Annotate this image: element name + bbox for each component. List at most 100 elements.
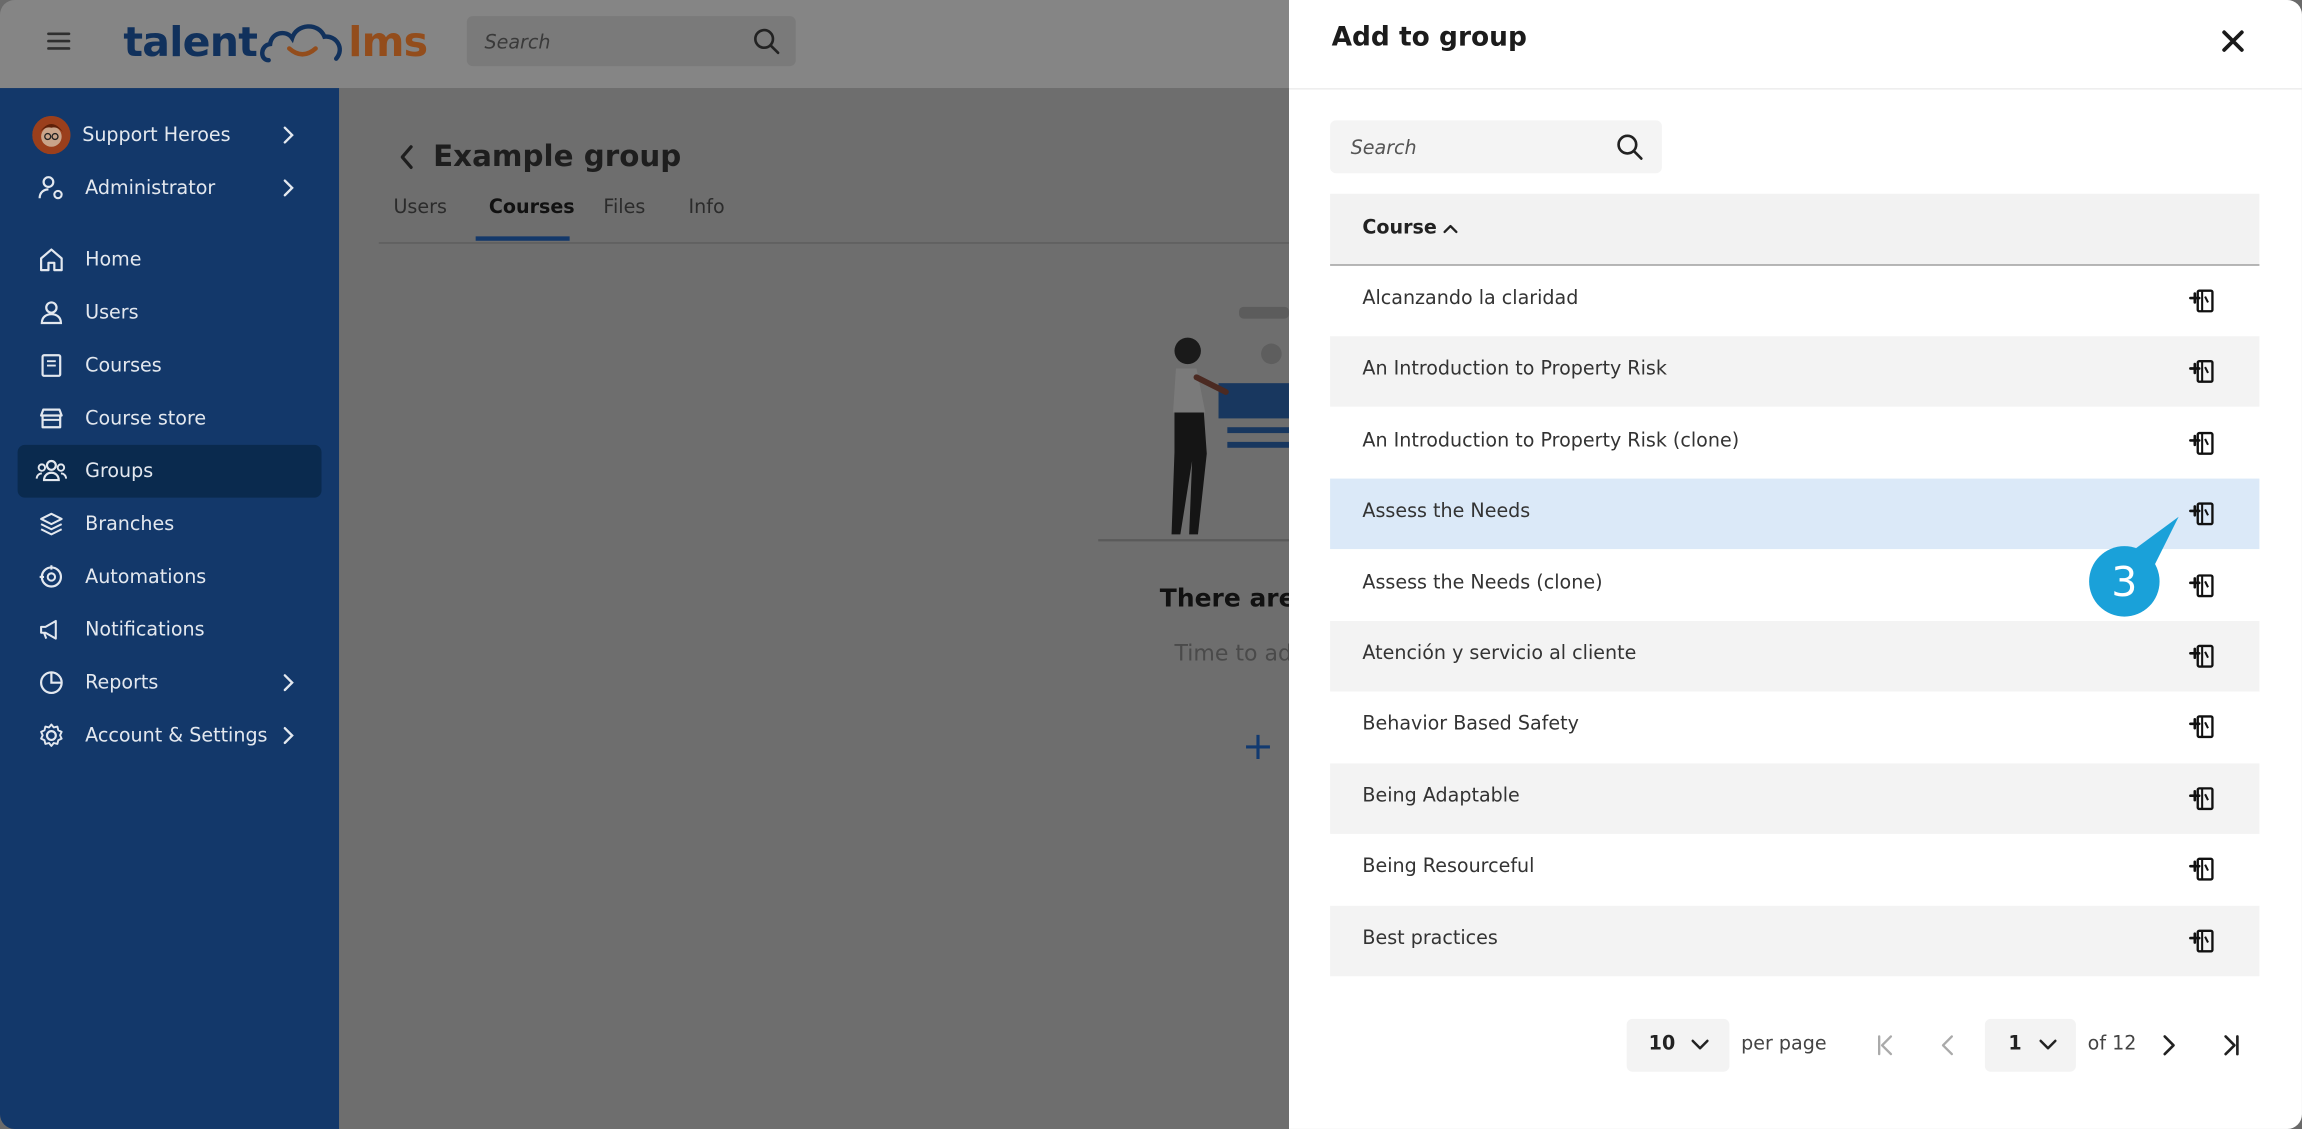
add-course-plus-icon[interactable]: + xyxy=(1242,728,1274,766)
add-to-group-icon[interactable] xyxy=(2187,855,2216,884)
top-search-input[interactable] xyxy=(481,26,737,59)
search-icon[interactable] xyxy=(752,26,781,55)
chevron-right-icon xyxy=(277,672,298,693)
tab-users[interactable]: Users xyxy=(393,197,446,219)
add-to-group-icon[interactable] xyxy=(2187,428,2216,457)
search-icon[interactable] xyxy=(1615,132,1644,161)
talentlms-logo[interactable]: talent lms xyxy=(123,15,428,68)
tabs-divider xyxy=(378,242,1289,244)
add-to-group-icon[interactable] xyxy=(2187,499,2216,528)
cloud-logo-icon xyxy=(260,24,343,63)
table-row[interactable]: An Introduction to Property Risk xyxy=(1330,336,2260,408)
table-row[interactable]: An Introduction to Property Risk (clone) xyxy=(1330,408,2259,478)
current-page-value: 1 xyxy=(2008,1033,2022,1056)
sidebar-item-course-store[interactable]: Course store xyxy=(18,392,322,445)
add-to-group-icon[interactable] xyxy=(2187,926,2216,955)
sidebar-item-label: Branches xyxy=(85,513,175,536)
hamburger-menu-icon[interactable] xyxy=(41,23,76,58)
active-tab-indicator xyxy=(475,236,570,241)
table-row[interactable]: Best practices xyxy=(1330,905,2260,976)
next-page-icon[interactable] xyxy=(2154,1031,2183,1060)
add-to-group-icon[interactable] xyxy=(2187,570,2216,599)
total-pages-label: of 12 xyxy=(2087,1033,2137,1056)
table-row[interactable]: Being Adaptable xyxy=(1330,763,2260,834)
last-page-icon[interactable] xyxy=(2217,1031,2246,1060)
add-to-group-icon[interactable] xyxy=(2187,357,2216,386)
panel-title: Add to group xyxy=(1331,22,1527,53)
back-arrow-icon[interactable] xyxy=(393,141,419,173)
book-icon xyxy=(35,349,67,381)
course-table-header: Course xyxy=(1330,193,2260,266)
course-name: Behavior Based Safety xyxy=(1362,714,1579,737)
table-row[interactable]: Behavior Based Safety xyxy=(1330,692,2259,762)
panel-search-box[interactable] xyxy=(1330,120,1662,174)
table-row[interactable]: Being Resourceful xyxy=(1330,834,2259,904)
page-select[interactable]: 1 xyxy=(1984,1018,2076,1072)
empty-state-title: There are xyxy=(1159,584,1296,614)
course-name: Alcanzando la claridad xyxy=(1362,287,1579,310)
tab-courses[interactable]: Courses xyxy=(489,197,575,219)
groups-icon xyxy=(35,455,68,487)
sidebar-item-automations[interactable]: Automations xyxy=(18,551,322,604)
course-name: An Introduction to Property Risk (clone) xyxy=(1362,429,1740,452)
sidebar-item-branches[interactable]: Branches xyxy=(18,498,322,551)
sidebar-item-label: Courses xyxy=(85,354,162,377)
sidebar-item-account-settings[interactable]: Account & Settings xyxy=(18,709,322,762)
top-search-box[interactable] xyxy=(466,16,796,67)
course-name: Best practices xyxy=(1362,927,1498,950)
sidebar: Support Heroes Administrator Home Users … xyxy=(0,88,340,1129)
table-row[interactable]: Alcanzando la claridad xyxy=(1330,266,2259,336)
sidebar-item-support-heroes[interactable]: Support Heroes xyxy=(18,109,322,162)
sidebar-item-administrator[interactable]: Administrator xyxy=(18,161,322,214)
per-page-select[interactable]: 10 xyxy=(1626,1018,1730,1072)
panel-search-input[interactable] xyxy=(1347,132,1604,165)
sort-ascending-icon[interactable] xyxy=(1442,222,1460,237)
chevron-down-icon xyxy=(1690,1036,1711,1054)
empty-state-illustration xyxy=(1098,301,1289,551)
previous-page-icon[interactable] xyxy=(1933,1031,1962,1060)
user-icon xyxy=(35,297,67,329)
store-icon xyxy=(35,402,67,434)
course-column-header[interactable]: Course xyxy=(1362,217,1436,239)
step-annotation-badge: 3 xyxy=(2089,546,2160,617)
course-name: Being Adaptable xyxy=(1362,785,1520,808)
sidebar-item-courses[interactable]: Courses xyxy=(18,339,322,392)
tab-files[interactable]: Files xyxy=(603,197,645,219)
page-title: Example group xyxy=(433,138,682,174)
logo-lms-text: lms xyxy=(348,16,428,66)
sidebar-item-home[interactable]: Home xyxy=(18,233,322,286)
add-to-group-icon[interactable] xyxy=(2187,642,2216,671)
course-name: An Introduction to Property Risk xyxy=(1362,358,1667,381)
add-to-group-icon[interactable] xyxy=(2187,286,2216,315)
first-page-icon[interactable] xyxy=(1870,1031,1899,1060)
user-gear-icon xyxy=(35,172,67,204)
course-name: Being Resourceful xyxy=(1362,856,1535,879)
close-icon[interactable] xyxy=(2217,25,2249,57)
sidebar-item-label: Home xyxy=(85,248,142,271)
avatar xyxy=(32,115,71,155)
sidebar-item-reports[interactable]: Reports xyxy=(18,656,322,709)
per-page-value: 10 xyxy=(1648,1033,1676,1056)
sidebar-item-users[interactable]: Users xyxy=(18,286,322,339)
empty-state-subtitle: Time to ad xyxy=(1174,640,1292,667)
table-row[interactable]: Atención y servicio al cliente xyxy=(1330,621,2260,692)
automation-icon xyxy=(35,561,67,593)
add-to-group-icon[interactable] xyxy=(2187,713,2216,742)
add-to-group-icon[interactable] xyxy=(2187,784,2216,813)
chevron-right-icon xyxy=(277,125,298,146)
layers-icon xyxy=(35,508,67,540)
chevron-down-icon xyxy=(2038,1036,2059,1054)
sidebar-item-label: Automations xyxy=(85,565,207,588)
sidebar-item-label: Course store xyxy=(85,407,207,430)
sidebar-item-groups[interactable]: Groups xyxy=(17,444,322,498)
sidebar-item-label: Groups xyxy=(85,460,154,483)
tab-info[interactable]: Info xyxy=(689,197,725,219)
sidebar-item-label: Administrator xyxy=(85,176,216,199)
chevron-right-icon xyxy=(277,178,298,199)
per-page-label: per page xyxy=(1741,1033,1827,1056)
sidebar-item-label: Notifications xyxy=(85,618,205,641)
sidebar-item-label: Reports xyxy=(85,671,159,694)
chevron-right-icon xyxy=(277,725,298,746)
pie-chart-icon xyxy=(35,667,67,699)
sidebar-item-notifications[interactable]: Notifications xyxy=(18,603,322,656)
